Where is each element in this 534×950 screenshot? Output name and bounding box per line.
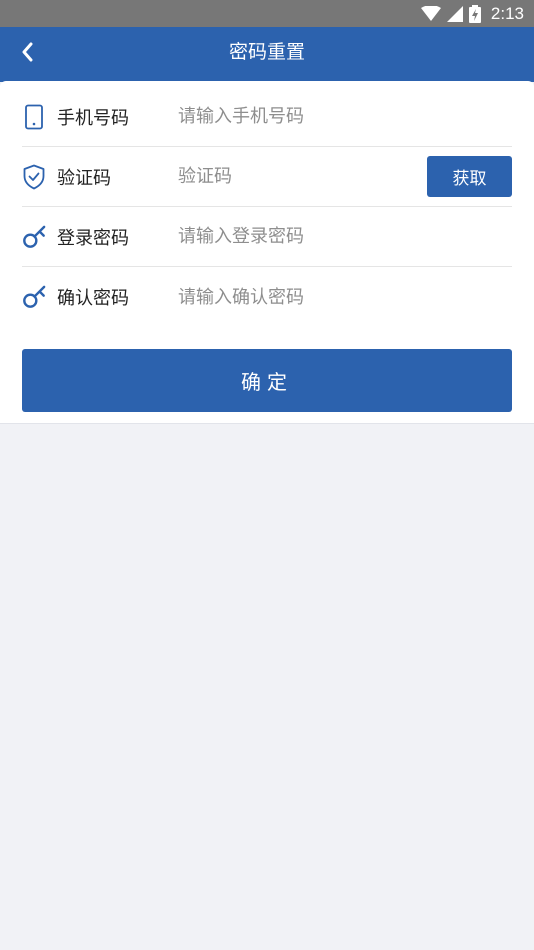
confirm-password-row: 确认密码 <box>22 267 512 327</box>
password-input[interactable] <box>178 219 403 254</box>
code-input[interactable] <box>178 159 418 194</box>
confirm-button[interactable]: 确定 <box>22 349 512 412</box>
battery-icon <box>468 4 481 23</box>
wifi-icon <box>420 5 441 22</box>
confirm-password-input[interactable] <box>178 280 403 314</box>
page-title: 密码重置 <box>228 40 305 63</box>
key-icon <box>22 283 46 311</box>
confirm-password-label: 确认密码 <box>57 288 129 309</box>
phone-input[interactable] <box>178 99 403 134</box>
code-label: 验证码 <box>57 167 111 189</box>
reset-form-card: 手机号码 验证码 获取 登录密码 确认密码 <box>0 81 534 424</box>
phone-row: 手机号码 <box>22 87 512 147</box>
status-bar: 2:13 <box>0 0 534 27</box>
password-row: 登录密码 <box>22 207 512 267</box>
code-row: 验证码 获取 <box>22 147 512 207</box>
phone-icon <box>22 103 46 131</box>
password-label: 登录密码 <box>57 227 129 249</box>
shield-check-icon <box>22 163 46 191</box>
key-icon <box>22 223 46 251</box>
phone-label: 手机号码 <box>57 107 129 129</box>
signal-icon <box>446 5 463 22</box>
get-code-button[interactable]: 获取 <box>427 156 512 197</box>
status-time: 2:13 <box>490 3 524 23</box>
nav-bar: 密码重置 <box>0 27 534 82</box>
